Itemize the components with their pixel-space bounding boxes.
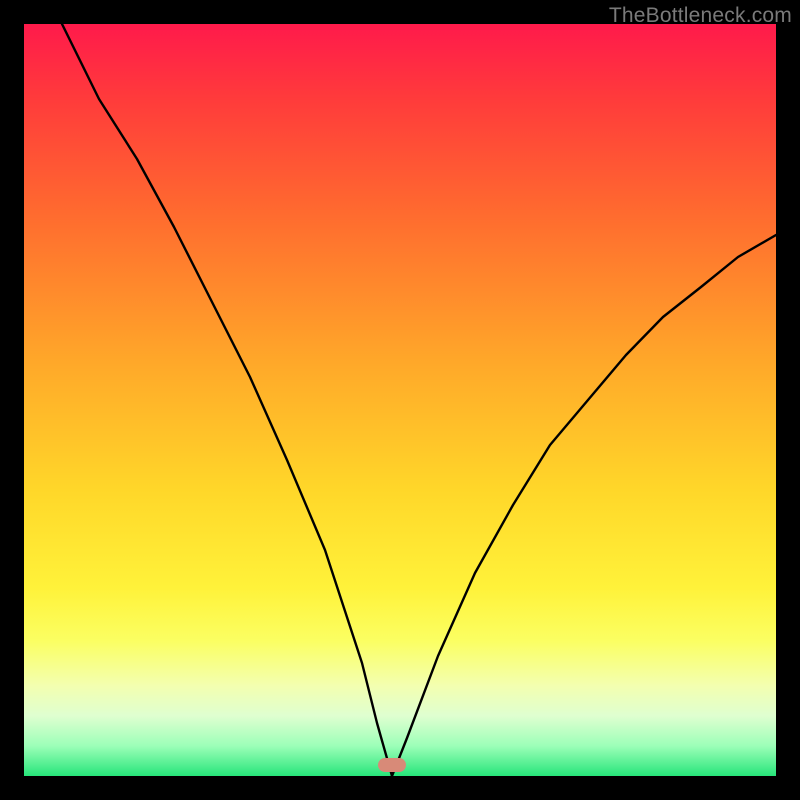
curve-path	[62, 24, 776, 776]
watermark-text: TheBottleneck.com	[609, 4, 792, 28]
optimal-marker	[378, 758, 406, 772]
bottleneck-curve	[24, 24, 776, 776]
plot-area	[24, 24, 776, 776]
chart-frame: TheBottleneck.com	[0, 0, 800, 800]
